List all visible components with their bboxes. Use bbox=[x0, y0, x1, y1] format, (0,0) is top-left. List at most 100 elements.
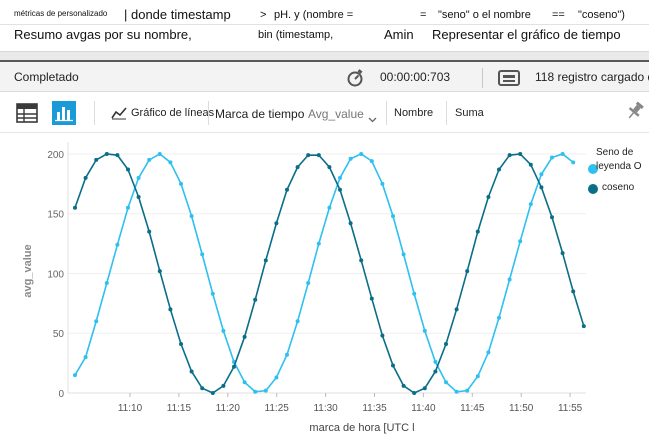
data-point-coseno bbox=[253, 297, 258, 302]
data-point-seno bbox=[200, 252, 205, 257]
legend-label: coseno bbox=[602, 182, 635, 193]
line-chart: 0 50 100 150 200 11:10 11:15 11:20 11:25 11:30 11… bbox=[22, 142, 586, 434]
data-point-coseno bbox=[454, 307, 459, 312]
data-point-seno bbox=[136, 175, 141, 180]
data-point-seno bbox=[401, 252, 406, 257]
data-point-seno bbox=[189, 214, 194, 219]
data-point-coseno bbox=[560, 251, 565, 256]
data-point-coseno bbox=[83, 175, 88, 180]
data-point-seno bbox=[104, 281, 109, 286]
data-point-coseno bbox=[465, 269, 470, 274]
data-point-coseno bbox=[539, 185, 544, 190]
x-tick-label: 11:15 bbox=[167, 403, 192, 414]
data-point-coseno bbox=[338, 187, 342, 192]
data-point-seno bbox=[295, 319, 300, 324]
data-point-coseno bbox=[73, 205, 77, 210]
x-tick-label: 11:10 bbox=[118, 403, 143, 414]
legend-dot-coseno bbox=[588, 184, 598, 194]
x-tick-label: 11:30 bbox=[313, 403, 338, 414]
data-point-coseno bbox=[200, 386, 205, 391]
data-point-coseno bbox=[486, 194, 491, 199]
data-point-coseno bbox=[391, 363, 395, 368]
data-point-coseno bbox=[306, 153, 311, 158]
toolbar-separator bbox=[386, 101, 387, 125]
data-point-coseno bbox=[115, 153, 120, 158]
chevron-down-icon[interactable] bbox=[368, 110, 377, 128]
query-editor[interactable]: métricas de personalizado | donde timest… bbox=[0, 0, 649, 52]
data-point-seno bbox=[168, 160, 173, 165]
data-point-coseno bbox=[136, 194, 141, 199]
toolbar-separator bbox=[94, 101, 95, 125]
data-point-coseno bbox=[571, 289, 576, 294]
data-point-coseno bbox=[221, 383, 226, 388]
data-point-seno bbox=[454, 389, 459, 394]
data-point-coseno bbox=[327, 165, 332, 170]
query-token: > bbox=[260, 9, 267, 21]
chart-icon[interactable] bbox=[52, 101, 76, 130]
data-point-seno bbox=[539, 172, 544, 177]
data-point-coseno bbox=[401, 383, 406, 388]
table-icon[interactable] bbox=[16, 103, 38, 128]
split-column-select[interactable]: Nombre bbox=[394, 107, 433, 119]
data-point-seno bbox=[94, 319, 99, 324]
query-token: "seno" o el nombre bbox=[438, 9, 531, 21]
data-point-seno bbox=[147, 157, 152, 162]
data-point-coseno bbox=[412, 391, 417, 395]
x-tick-label: 11:25 bbox=[265, 403, 290, 414]
data-point-seno bbox=[306, 281, 311, 286]
data-point-seno bbox=[465, 388, 470, 393]
query-line-divider bbox=[0, 24, 649, 25]
data-point-coseno bbox=[274, 221, 279, 226]
pin-icon[interactable] bbox=[626, 101, 644, 126]
data-point-seno bbox=[210, 291, 215, 296]
data-point-seno bbox=[316, 241, 321, 246]
data-point-seno bbox=[157, 151, 162, 156]
data-point-coseno bbox=[210, 391, 215, 395]
aggregation-select[interactable]: Suma bbox=[455, 107, 484, 119]
y-column-select[interactable]: Avg_value bbox=[308, 107, 364, 121]
data-point-seno bbox=[528, 202, 533, 207]
data-point-seno bbox=[475, 374, 480, 379]
data-point-seno bbox=[274, 375, 279, 380]
query-token: métricas de personalizado bbox=[14, 9, 108, 18]
data-point-seno bbox=[507, 277, 512, 282]
data-point-coseno bbox=[94, 157, 99, 162]
query-token: Amin bbox=[384, 27, 414, 42]
records-icon bbox=[498, 70, 520, 91]
x-tick-label: 11:20 bbox=[216, 403, 241, 414]
data-point-seno bbox=[348, 156, 353, 161]
data-point-seno bbox=[359, 151, 364, 156]
status-bar: Completado 00:00:00:703 118 registro car… bbox=[0, 60, 649, 92]
data-point-coseno bbox=[422, 386, 427, 391]
data-point-coseno bbox=[550, 215, 554, 220]
data-point-seno bbox=[115, 242, 120, 247]
data-point-seno bbox=[391, 214, 395, 219]
toolbar-separator bbox=[446, 101, 447, 125]
data-point-seno bbox=[412, 291, 417, 296]
data-point-seno bbox=[550, 155, 554, 160]
data-point-seno bbox=[422, 328, 427, 333]
y-axis-label: avg_value bbox=[22, 244, 34, 297]
data-point-seno bbox=[83, 355, 88, 360]
data-point-coseno bbox=[232, 364, 236, 369]
data-point-coseno bbox=[104, 151, 109, 156]
y-tick-label: 100 bbox=[47, 269, 64, 280]
data-point-coseno bbox=[147, 229, 152, 234]
legend-item-coseno[interactable]: coseno bbox=[588, 182, 649, 198]
toolbar-separator bbox=[208, 101, 209, 125]
pane-divider bbox=[0, 52, 649, 60]
status-text: Completado bbox=[14, 70, 79, 84]
data-point-coseno bbox=[518, 151, 523, 156]
query-token: Resumo avgas por su nombre, bbox=[14, 27, 192, 42]
chart-type-select[interactable]: Gráfico de líneas bbox=[131, 107, 214, 119]
data-point-coseno bbox=[242, 334, 247, 339]
legend-title: Seno de leyenda O bbox=[596, 147, 642, 172]
x-column-select[interactable]: Marca de tiempo bbox=[215, 107, 304, 121]
data-point-seno bbox=[486, 350, 491, 355]
data-point-seno bbox=[338, 175, 342, 180]
data-point-seno bbox=[444, 380, 448, 385]
x-tick-label: 11:50 bbox=[509, 403, 534, 414]
data-point-seno bbox=[571, 160, 576, 165]
line-chart-icon bbox=[111, 106, 127, 125]
data-point-coseno bbox=[285, 187, 289, 192]
